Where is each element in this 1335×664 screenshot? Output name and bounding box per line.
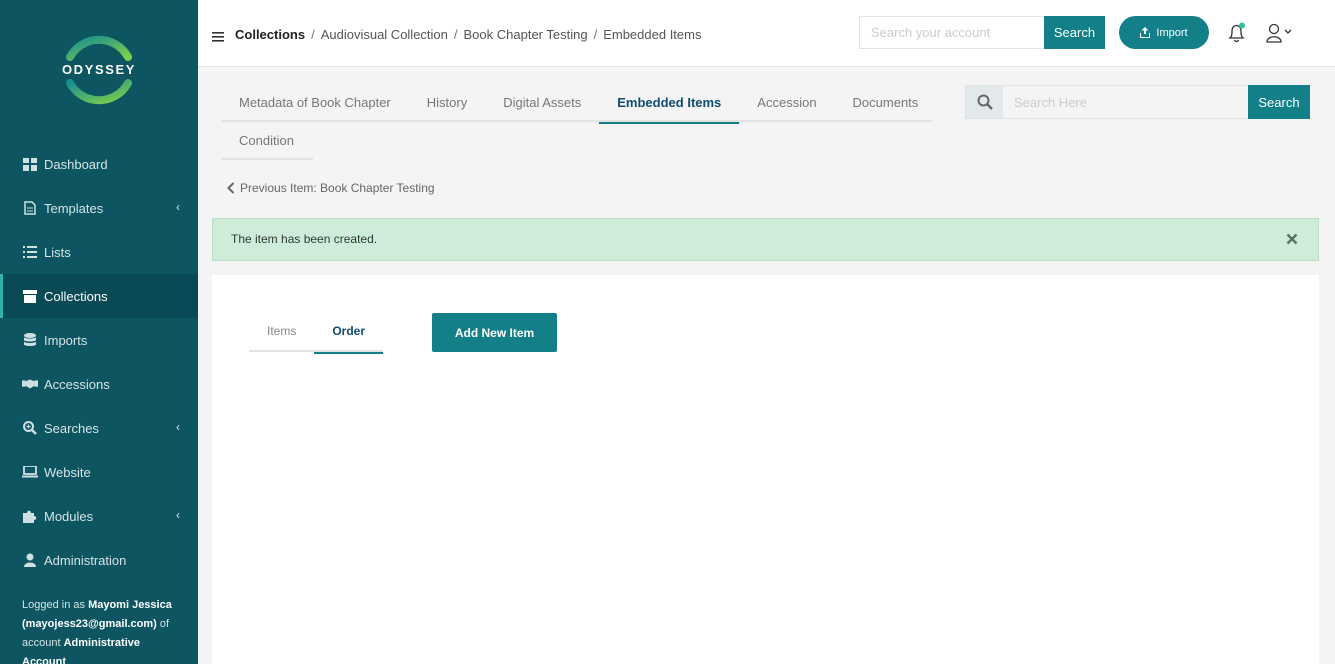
sidebar-item-label: Searches xyxy=(44,420,99,436)
breadcrumb-item[interactable]: Collections xyxy=(235,27,305,42)
chevron-left-icon: ‹ xyxy=(176,200,180,214)
sidebar: ODYSSEY Dashboard Templates ‹ Lists Coll… xyxy=(0,0,198,664)
success-alert: The item has been created. xyxy=(212,218,1319,261)
sidebar-item-label: Website xyxy=(44,464,91,480)
sidebar-item-label: Lists xyxy=(44,244,71,260)
breadcrumb-separator: / xyxy=(311,27,315,42)
add-new-item-button[interactable]: Add New Item xyxy=(432,313,557,352)
tab-embedded-items[interactable]: Embedded Items xyxy=(599,84,740,124)
puzzle-icon xyxy=(22,508,38,524)
user-menu-icon[interactable] xyxy=(1266,23,1296,46)
embedded-items-subtabs: Items Order xyxy=(249,313,384,354)
document-icon xyxy=(22,200,38,216)
breadcrumb-item[interactable]: Book Chapter Testing xyxy=(464,27,588,42)
breadcrumb-separator: / xyxy=(593,27,598,42)
sidebar-nav: Dashboard Templates ‹ Lists Collections xyxy=(0,142,198,582)
list-icon xyxy=(22,244,38,260)
sidebar-item-templates[interactable]: Templates ‹ xyxy=(0,186,198,230)
account-search-input[interactable] xyxy=(859,16,1045,49)
sidebar-item-label: Dashboard xyxy=(44,156,108,172)
breadcrumb-separator: / xyxy=(453,27,458,42)
tab-condition[interactable]: Condition xyxy=(221,122,313,160)
sidebar-item-label: Collections xyxy=(44,288,108,304)
user-icon xyxy=(22,552,38,568)
item-search-input[interactable] xyxy=(1003,85,1249,119)
search-icon xyxy=(965,85,1004,119)
breadcrumb: Collections / Audiovisual Collection / Book … xyxy=(235,27,701,42)
handshake-icon xyxy=(22,376,38,392)
sidebar-item-accessions[interactable]: Accessions xyxy=(0,362,198,406)
sidebar-item-label: Templates xyxy=(44,200,104,216)
upload-icon xyxy=(1140,27,1151,38)
hamburger-menu-icon[interactable] xyxy=(212,30,224,45)
sidebar-item-modules[interactable]: Modules ‹ xyxy=(0,494,198,538)
import-button-label: Import xyxy=(1156,26,1188,39)
sidebar-item-label: Administration xyxy=(44,552,127,568)
import-button[interactable]: Import xyxy=(1119,16,1209,49)
archive-box-icon xyxy=(22,288,38,304)
chevron-left-icon: ‹ xyxy=(176,508,180,522)
tab-documents[interactable]: Documents xyxy=(835,84,937,122)
logo-text: ODYSSEY xyxy=(61,62,137,77)
tab-accession[interactable]: Accession xyxy=(739,84,834,122)
item-search-button[interactable]: Search xyxy=(1248,85,1310,119)
subtab-order[interactable]: Order xyxy=(314,313,384,354)
chevron-left-icon xyxy=(227,182,235,194)
tab-metadata[interactable]: Metadata of Book Chapter xyxy=(221,84,409,122)
database-icon xyxy=(22,332,38,348)
previous-item-label: Previous Item: Book Chapter Testing xyxy=(240,181,435,195)
top-header: Collections / Audiovisual Collection / Book … xyxy=(198,0,1335,67)
previous-item-link[interactable]: Previous Item: Book Chapter Testing xyxy=(227,181,435,195)
tab-history[interactable]: History xyxy=(409,84,485,122)
sidebar-item-administration[interactable]: Administration xyxy=(0,538,198,582)
record-tabs-row-2: Condition xyxy=(221,122,313,160)
sidebar-item-imports[interactable]: Imports xyxy=(0,318,198,362)
record-tabs: Metadata of Book Chapter History Digital… xyxy=(221,84,932,124)
login-prefix: Logged in as xyxy=(22,599,89,611)
sidebar-item-label: Imports xyxy=(44,332,88,348)
laptop-icon xyxy=(22,464,38,480)
sidebar-item-dashboard[interactable]: Dashboard xyxy=(0,142,198,186)
dashboard-icon xyxy=(22,156,38,172)
embedded-items-panel: Items Order Add New Item xyxy=(212,275,1319,664)
breadcrumb-item-current: Embedded Items xyxy=(603,27,702,42)
subtab-items[interactable]: Items xyxy=(249,313,314,352)
notification-bell-icon[interactable] xyxy=(1226,22,1248,47)
login-info: Logged in as Mayomi Jessica (mayojess23@… xyxy=(22,596,182,664)
tab-digital-assets[interactable]: Digital Assets xyxy=(485,84,599,122)
alert-message: The item has been created. xyxy=(231,232,378,246)
sidebar-item-searches[interactable]: Searches ‹ xyxy=(0,406,198,450)
sidebar-item-collections[interactable]: Collections xyxy=(0,274,198,318)
chevron-left-icon: ‹ xyxy=(176,420,180,434)
breadcrumb-item[interactable]: Audiovisual Collection xyxy=(321,27,448,42)
odyssey-logo[interactable]: ODYSSEY xyxy=(58,29,140,111)
close-icon[interactable] xyxy=(1286,233,1298,248)
sidebar-item-label: Accessions xyxy=(44,376,110,392)
search-plus-icon xyxy=(22,420,38,436)
sidebar-item-label: Modules xyxy=(44,508,94,524)
sidebar-item-website[interactable]: Website xyxy=(0,450,198,494)
account-search-button[interactable]: Search xyxy=(1044,16,1105,49)
sidebar-item-lists[interactable]: Lists xyxy=(0,230,198,274)
